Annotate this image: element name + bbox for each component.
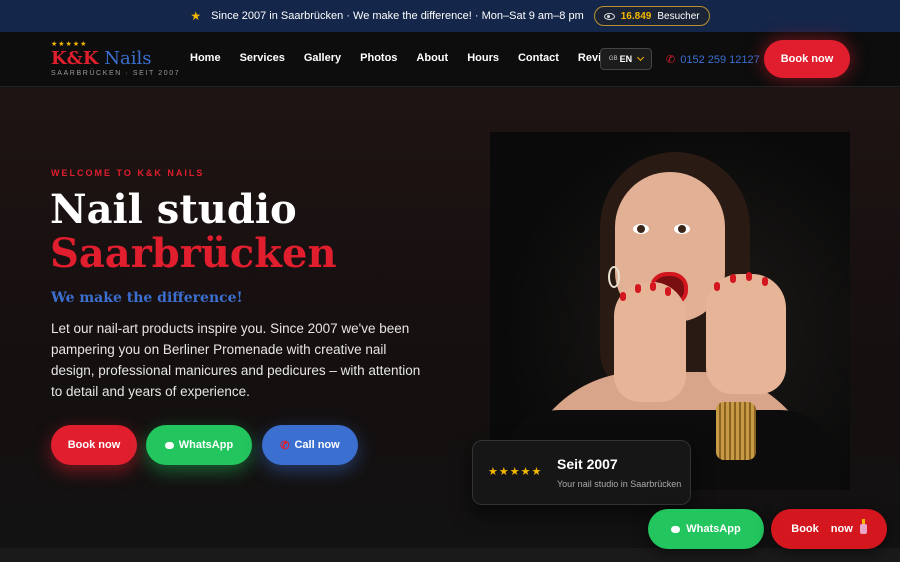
rating-stars: ★★★★★	[488, 466, 543, 478]
hero-call-label: Call now	[294, 439, 340, 451]
hero-whatsapp-button[interactable]: WhatsApp	[146, 425, 252, 465]
logo-tagline: SAARBRÜCKEN · SEIT 2007	[51, 70, 181, 77]
nav-item-hours[interactable]: Hours	[467, 52, 499, 64]
phone-icon: ✆	[666, 54, 676, 66]
visitor-counter: 16.849 Besucher	[593, 6, 710, 26]
logo-name-nails: Nails	[98, 48, 152, 69]
hero-whatsapp-label: WhatsApp	[178, 439, 234, 451]
chat-icon	[164, 441, 174, 449]
photo-nail	[620, 292, 626, 301]
logo[interactable]: ★★★★★ K&K Nails SAARBRÜCKEN · SEIT 2007	[51, 41, 180, 78]
main-navigation: ★★★★★ K&K Nails SAARBRÜCKEN · SEIT 2007 …	[0, 32, 900, 87]
photo-nail	[650, 282, 656, 291]
language-code: EN	[619, 54, 633, 64]
photo-nail	[762, 277, 768, 286]
next-section-edge	[0, 548, 900, 562]
hero-description: Let our nail-art products inspire you. S…	[51, 321, 421, 399]
nav-menu: Home Services Gallery Photos About Hours…	[190, 52, 641, 64]
floating-whatsapp-button[interactable]: WhatsApp	[648, 509, 764, 549]
since-card-subtitle: Your nail studio in Saarbrücken	[557, 479, 682, 489]
eye-icon	[603, 12, 615, 20]
nav-item-photos[interactable]: Photos	[360, 52, 397, 64]
hero-title-line2: Saarbrücken	[50, 230, 337, 277]
star-icon: ★	[190, 9, 202, 23]
hero-book-button[interactable]: Book now	[51, 425, 137, 465]
since-card-title: Seit 2007	[557, 456, 618, 472]
photo-nail	[714, 282, 720, 291]
phone-icon: ✆	[280, 439, 290, 452]
photo-nail	[635, 284, 641, 293]
hero-photo	[490, 132, 850, 490]
photo-nail	[746, 272, 752, 281]
photo-eye-right	[674, 224, 690, 234]
nav-item-services[interactable]: Services	[240, 52, 285, 64]
since-2007-card: ★★★★★ Seit 2007 Your nail studio in Saar…	[472, 440, 691, 505]
hero-section: WELCOME TO K&K NAILS Nail studio Saarbrü…	[0, 88, 900, 548]
nav-item-contact[interactable]: Contact	[518, 52, 559, 64]
hero-subhead: We make the difference!	[51, 290, 243, 306]
nav-book-button[interactable]: Book now	[764, 40, 850, 78]
photo-eye-left	[633, 224, 649, 234]
hero-eyebrow: WELCOME TO K&K NAILS	[51, 168, 205, 178]
language-flag: GB	[608, 56, 618, 62]
logo-name-kk: K&K	[51, 48, 99, 69]
phone-link[interactable]: ✆ 0152 259 12127	[666, 53, 760, 67]
floating-whatsapp-label: WhatsApp	[686, 523, 741, 535]
photo-hand-right	[706, 274, 786, 394]
photo-nail	[665, 287, 671, 296]
floating-book-suffix: now	[830, 523, 853, 535]
announcement-bar: ★ Since 2007 in Saarbrücken · We make th…	[0, 0, 900, 32]
hero-title: Nail studio Saarbrücken	[50, 188, 337, 276]
hero-title-line1: Nail studio	[50, 186, 297, 233]
visitor-label: Besucher	[657, 10, 700, 22]
chevron-down-icon	[637, 53, 645, 62]
photo-nail	[730, 274, 736, 283]
chat-icon	[671, 525, 681, 533]
language-selector[interactable]: GB EN	[600, 48, 652, 70]
nav-item-gallery[interactable]: Gallery	[304, 52, 341, 64]
photo-earring	[608, 266, 620, 288]
hero-book-label: Book now	[67, 439, 121, 451]
floating-book-label: Book	[791, 523, 819, 535]
nail-polish-icon	[859, 519, 867, 534]
photo-bracelet	[716, 402, 756, 460]
floating-book-button[interactable]: Book now	[771, 509, 887, 549]
hero-call-button[interactable]: ✆ Call now	[262, 425, 358, 465]
phone-number: 0152 259 12127	[680, 53, 760, 66]
nav-item-home[interactable]: Home	[190, 52, 221, 64]
nav-item-about[interactable]: About	[416, 52, 448, 64]
announcement-text: Since 2007 in Saarbrücken · We make the …	[211, 10, 584, 22]
visitor-count: 16.849	[620, 10, 652, 22]
logo-name: K&K Nails	[51, 49, 180, 69]
